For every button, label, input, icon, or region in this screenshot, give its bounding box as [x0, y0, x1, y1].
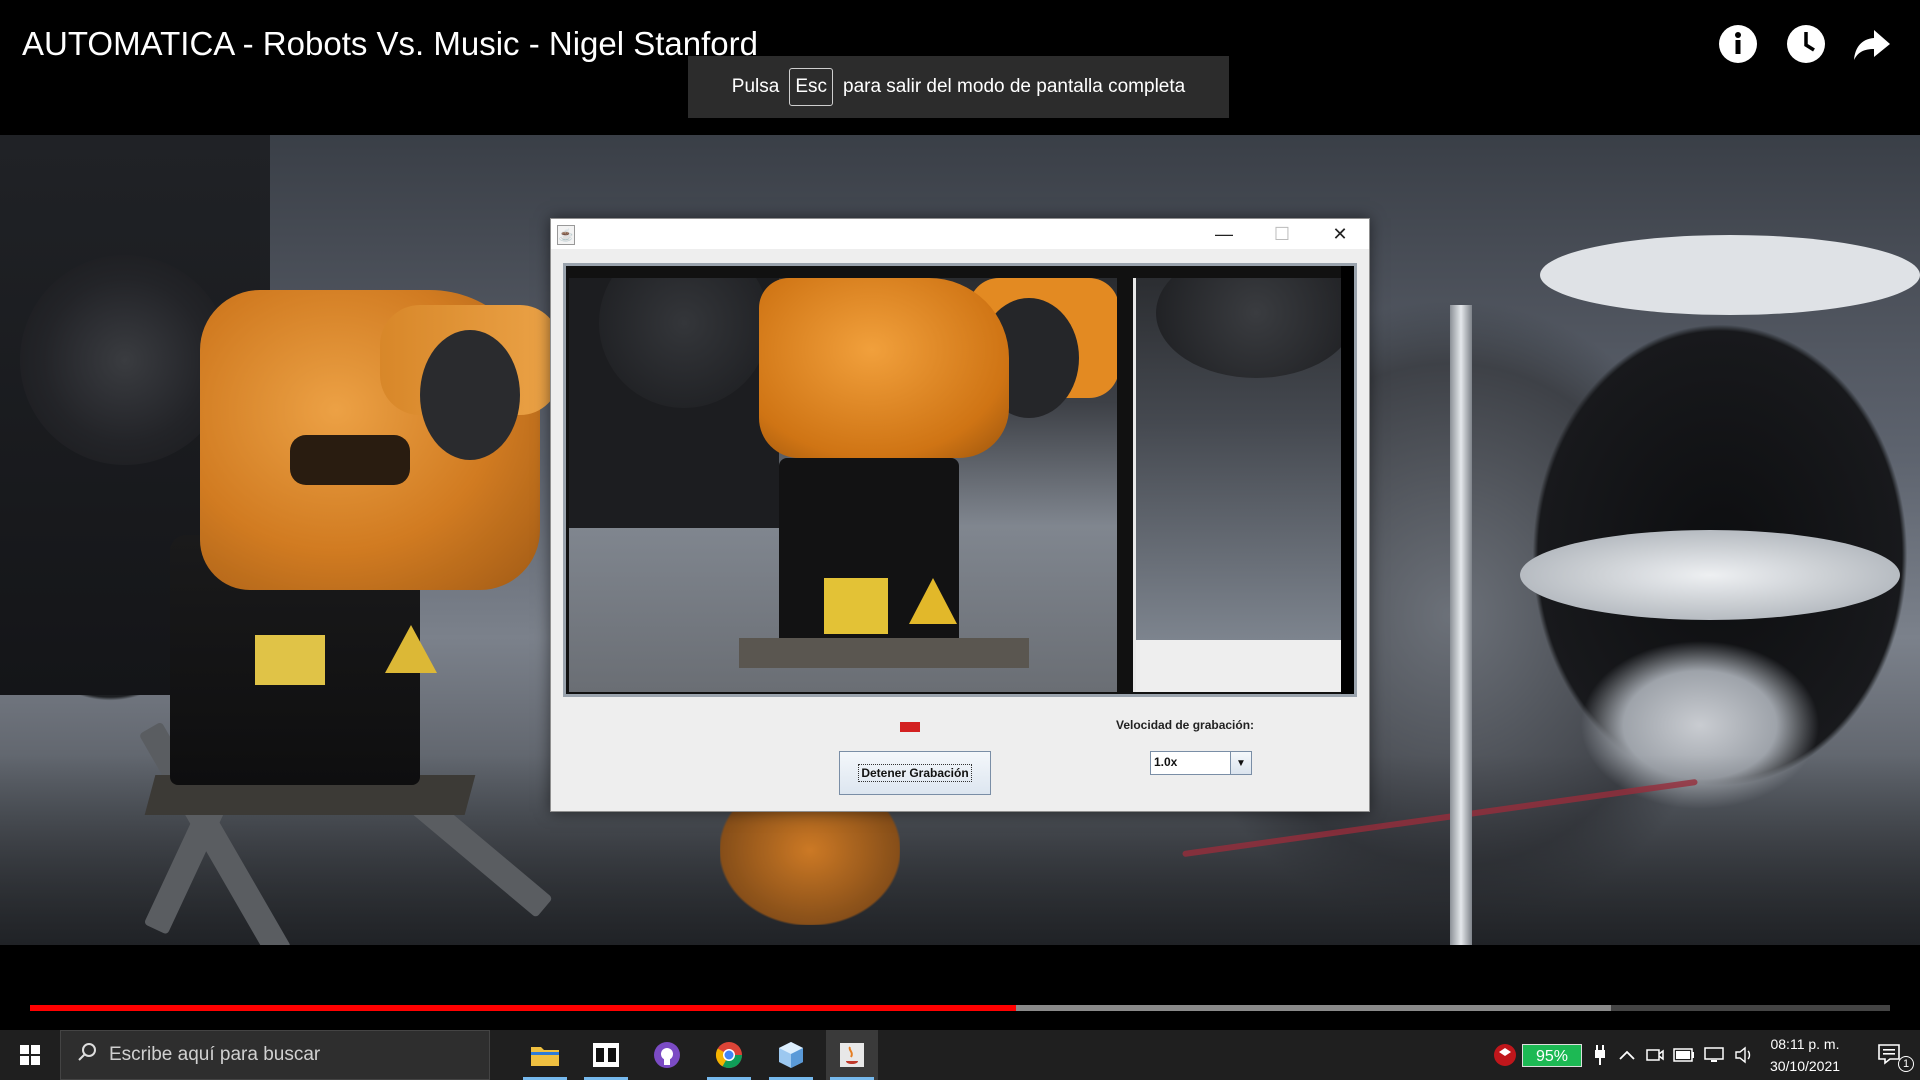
- screen: AUTOMATICA - Robots Vs. Music - Nigel St…: [0, 0, 1920, 1080]
- battery-indicator[interactable]: 95%: [1522, 1044, 1582, 1067]
- video-bottom-bar: [0, 945, 1920, 1030]
- taskbar-clock[interactable]: 08:11 p. m. 30/10/2021: [1762, 1033, 1848, 1077]
- chevron-up-icon[interactable]: [1614, 1030, 1640, 1080]
- speed-label: Velocidad de grabación:: [1116, 718, 1255, 732]
- speed-value: 1.0x: [1154, 755, 1178, 769]
- camera-icon[interactable]: [1642, 1030, 1668, 1080]
- search-icon: [77, 1042, 97, 1068]
- chevron-down-icon[interactable]: ▼: [1230, 752, 1251, 774]
- clock-date: 30/10/2021: [1769, 1058, 1841, 1074]
- start-button[interactable]: [0, 1030, 60, 1080]
- scene-drum-stand: [1450, 305, 1472, 945]
- github-desktop-icon[interactable]: [641, 1030, 693, 1080]
- scene-drum: [1520, 530, 1900, 620]
- notifications-button[interactable]: 1: [1860, 1030, 1920, 1080]
- progress-played: [30, 1005, 1016, 1011]
- battery-icon[interactable]: [1670, 1030, 1698, 1080]
- notification-count: 1: [1898, 1056, 1915, 1072]
- java-app-icon[interactable]: [826, 1030, 878, 1080]
- clock-time: 08:11 p. m.: [1770, 1036, 1840, 1052]
- chrome-icon[interactable]: [703, 1030, 755, 1080]
- preview-main-image: [569, 278, 1117, 692]
- power-plug-icon[interactable]: [1588, 1030, 1612, 1080]
- file-explorer-icon[interactable]: [519, 1030, 571, 1080]
- stop-recording-button[interactable]: Detener Grabación: [839, 751, 991, 795]
- window-titlebar[interactable]: ☕ — ☐ ✕: [551, 219, 1369, 249]
- security-tray-icon[interactable]: [1490, 1030, 1520, 1080]
- toast-text-before: Pulsa: [731, 76, 780, 97]
- recording-indicator: [900, 722, 920, 732]
- esc-key-hint: Esc: [789, 68, 833, 106]
- media-app-icon[interactable]: [580, 1030, 632, 1080]
- share-icon[interactable]: [1852, 24, 1892, 64]
- search-placeholder: Escribe aquí para buscar: [109, 1044, 321, 1065]
- java-icon: ☕: [557, 225, 575, 245]
- network-icon[interactable]: [1700, 1030, 1728, 1080]
- clock-icon[interactable]: [1786, 24, 1826, 64]
- minimize-button[interactable]: —: [1195, 219, 1253, 249]
- video-progress-bar[interactable]: [30, 1005, 1890, 1011]
- cube-app-icon[interactable]: [765, 1030, 817, 1080]
- fullscreen-toast: Pulsa Esc para salir del modo de pantall…: [688, 56, 1229, 118]
- capture-preview: [563, 263, 1357, 697]
- speed-select[interactable]: 1.0x ▼: [1150, 751, 1252, 775]
- preview-side-image: [1133, 278, 1344, 640]
- taskbar: Escribe aquí para buscar 95% 08:11 p. m.…: [0, 1030, 1920, 1080]
- volume-icon[interactable]: [1730, 1030, 1758, 1080]
- windows-icon: [20, 1045, 40, 1065]
- close-button[interactable]: ✕: [1311, 219, 1369, 249]
- recorder-window: ☕ — ☐ ✕ Detener Grabación Velocidad de g…: [550, 218, 1370, 812]
- video-title[interactable]: AUTOMATICA - Robots Vs. Music - Nigel St…: [22, 22, 758, 66]
- toast-text-after: para salir del modo de pantalla completa: [843, 76, 1186, 97]
- maximize-button[interactable]: ☐: [1253, 219, 1311, 249]
- info-icon[interactable]: [1718, 24, 1758, 64]
- taskbar-search[interactable]: Escribe aquí para buscar: [60, 1030, 490, 1080]
